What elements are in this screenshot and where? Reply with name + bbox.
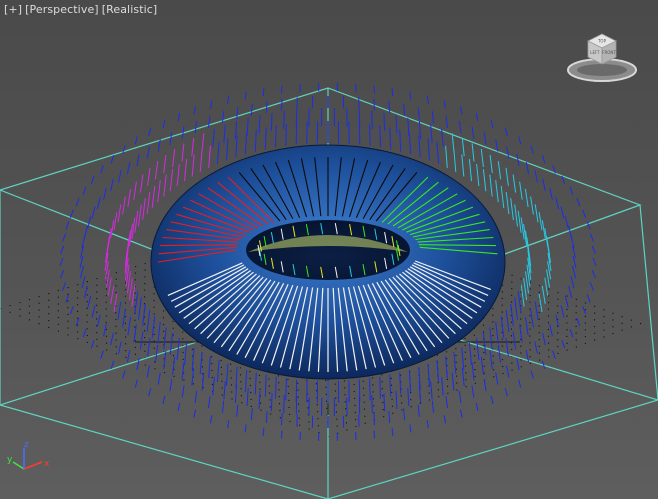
axis-z-label: z bbox=[24, 440, 29, 450]
viewcube-top-face-label[interactable]: TOP bbox=[597, 39, 607, 44]
perspective-viewport[interactable]: [+] [Perspective] [Realistic] TOP FRONT … bbox=[0, 0, 658, 499]
viewport-shading-menu[interactable]: [Realistic] bbox=[102, 3, 158, 16]
viewport-plus-menu[interactable]: [+] bbox=[4, 3, 22, 16]
viewcube-front-face-label[interactable]: FRONT bbox=[602, 50, 616, 55]
axis-x-label: x bbox=[44, 459, 50, 469]
viewcube-widget[interactable]: TOP FRONT LEFT bbox=[564, 32, 644, 92]
scene-canvas[interactable] bbox=[0, 0, 658, 499]
viewport-point-of-view-menu[interactable]: [Perspective] bbox=[25, 3, 99, 16]
axis-tripod-icon: x y z bbox=[7, 440, 50, 470]
viewcube-left-face-label[interactable]: LEFT bbox=[590, 50, 600, 55]
viewport-label-menu[interactable]: [+] [Perspective] [Realistic] bbox=[4, 3, 157, 16]
axis-y-label: y bbox=[7, 455, 13, 465]
